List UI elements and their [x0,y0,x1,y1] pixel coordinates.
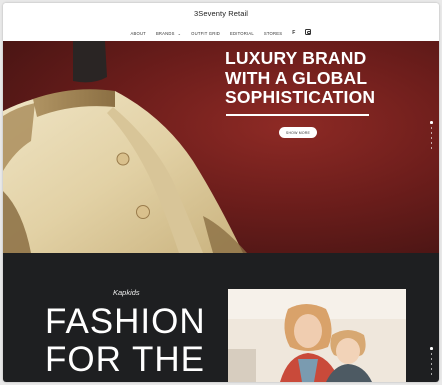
feature-section: Kapkids FASHION FOR THE [3,253,439,382]
nav-brands-label: Brands [155,30,175,36]
show-more-button[interactable]: Show More [279,127,317,138]
feature-eyebrow: Kapkids [113,288,140,297]
browser-page: 3Seventy Retail About Brands ⌄ Outfit Gri… [3,3,439,382]
kids-photo [228,289,406,382]
nav-outfit-grid-label: Outfit Grid [191,30,221,36]
nav-brands[interactable]: Brands ⌄ [156,31,181,36]
nav-about[interactable]: About [131,31,146,36]
nav-stores[interactable]: Stores [264,31,282,36]
slide-dot[interactable] [430,363,433,365]
hero-slide-dots [430,121,433,150]
slide-dot[interactable] [430,127,433,129]
slide-dot[interactable] [430,347,433,350]
slide-dot[interactable] [430,147,433,150]
slide-dot[interactable] [430,137,433,139]
nav-editorial[interactable]: Editorial [230,31,254,36]
hero-divider [226,114,369,116]
nav-outfit-grid[interactable]: Outfit Grid [191,31,220,36]
nav-editorial-label: Editorial [230,30,254,36]
feature-slide-dots [430,347,433,376]
slide-dot[interactable] [430,353,433,355]
nav-about-label: About [130,30,146,36]
slide-dot[interactable] [430,132,433,134]
hero-title: LUXURY BRAND WITH A GLOBAL SOPHISTICATIO… [225,48,376,107]
slide-dot[interactable] [430,368,433,370]
instagram-icon[interactable] [305,29,312,37]
chevron-down-icon: ⌄ [177,30,182,36]
slide-dot[interactable] [430,358,433,360]
site-logo[interactable]: 3Seventy Retail [3,9,439,18]
site-header: 3Seventy Retail About Brands ⌄ Outfit Gri… [3,3,439,41]
hero-slider: LUXURY BRAND WITH A GLOBAL SOPHISTICATIO… [3,41,439,253]
slide-dot[interactable] [430,373,433,376]
slide-dot[interactable] [430,121,433,124]
nav-stores-label: Stores [263,30,283,36]
slide-dot[interactable] [430,142,433,144]
main-nav: About Brands ⌄ Outfit Grid Editorial Stor… [3,29,439,37]
facebook-icon[interactable]: f [292,30,295,36]
feature-title: FASHION FOR THE [45,302,206,379]
